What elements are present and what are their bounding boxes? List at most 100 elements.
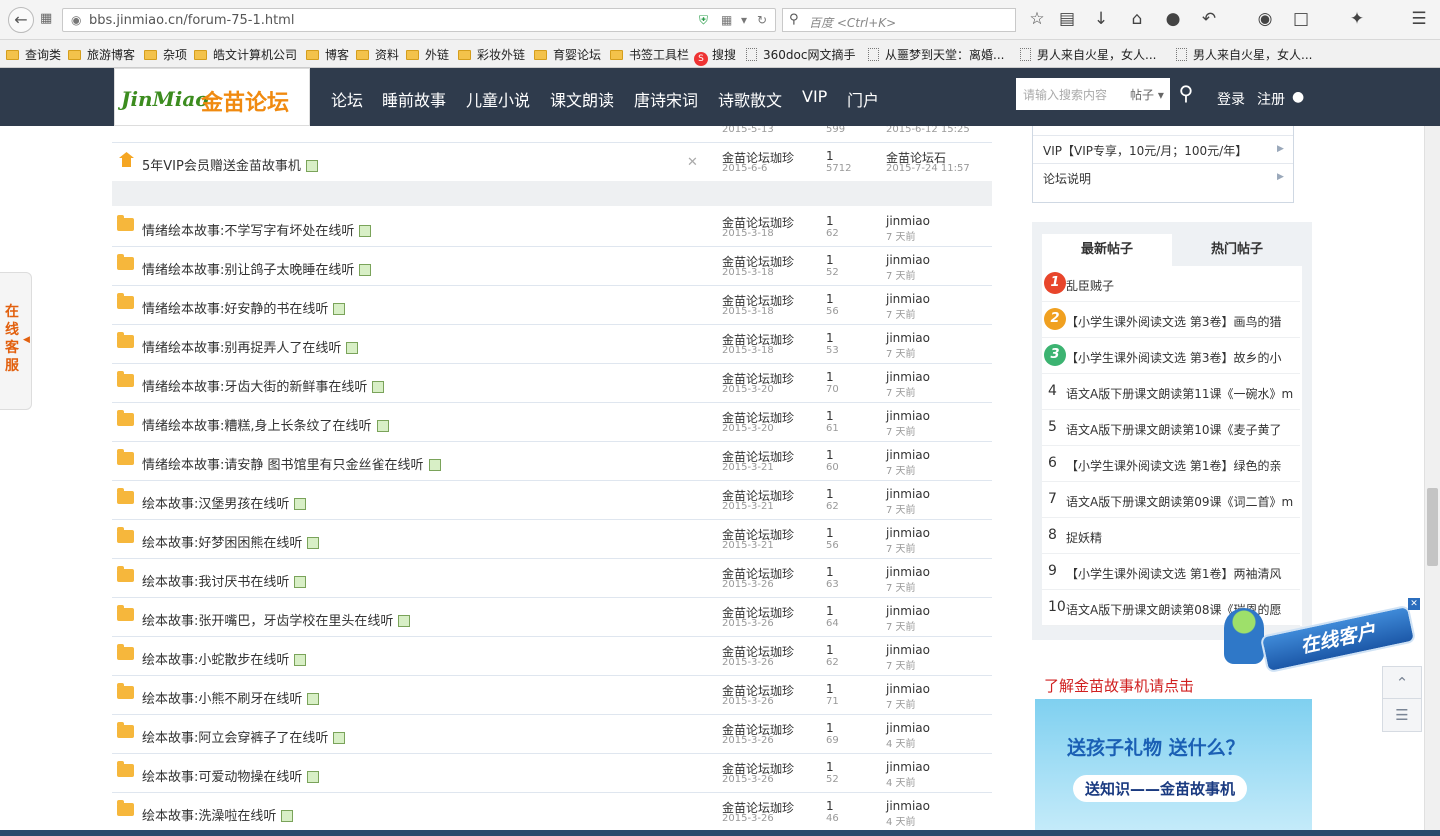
thread-title[interactable]: 情绪绘本故事:请安静 图书馆里有只金丝雀在线听 [142,454,441,473]
bookmark-item[interactable]: 育婴论坛 [534,46,601,63]
post-title[interactable]: 【小学生课外阅读文选 第1卷】两袖清风 [1066,565,1298,582]
page-scrollbar[interactable] [1424,126,1440,836]
star-icon[interactable]: ☆ [1026,9,1048,29]
list-item[interactable]: 8 捉妖精 [1042,518,1300,554]
bookmark-item[interactable]: 书签工具栏 [610,46,689,63]
table-row[interactable]: 绘本故事:我讨厌书在线听 金苗论坛珈珍 2015-3-26 1 63 jinmiao 7 天… [112,559,992,598]
nav-children-novels[interactable]: 儿童小说 [466,87,530,111]
table-row[interactable]: 绘本故事:洗澡啦在线听 金苗论坛珈珍 2015-3-26 1 46 jinmiao 4 天前 [112,793,992,832]
menu-icon[interactable]: ☰ [1408,9,1430,29]
close-icon[interactable]: ✕ [687,155,698,170]
thread-last-user[interactable]: jinmiao [886,643,930,657]
table-row[interactable]: 情绪绘本故事:请安静 图书馆里有只金丝雀在线听 金苗论坛珈珍 2015-3-21 1 6… [112,442,992,481]
list-item[interactable]: 7 语文A版下册课文朗读第09课《词二首》m [1042,482,1300,518]
bookmark-item[interactable]: 资料 [356,46,399,63]
thread-last-user[interactable]: jinmiao [886,604,930,618]
list-item[interactable]: 3 【小学生课外阅读文选 第3卷】故乡的小 [1042,338,1300,374]
post-title[interactable]: 【小学生课外阅读文选 第3卷】故乡的小 [1066,349,1298,366]
thread-last-user[interactable]: jinmiao [886,448,930,462]
list-item[interactable]: 6 【小学生课外阅读文选 第1卷】绿色的亲 [1042,446,1300,482]
bookmark-item[interactable]: S 搜搜 [694,46,736,66]
table-row[interactable]: 绘本故事:小蛇散步在线听 金苗论坛珈珍 2015-3-26 1 62 jinmiao 7 天… [112,637,992,676]
thread-title[interactable]: 绘本故事:小熊不刷牙在线听 [142,688,320,707]
bookmark-item[interactable]: 杂项 [144,46,187,63]
learn-story-machine-link[interactable]: 了解金苗故事机请点击 [1044,675,1194,696]
nav-text-reading[interactable]: 课文朗读 [550,87,614,111]
site-logo[interactable]: JinMiao 金苗论坛 [114,68,310,126]
thread-last-user[interactable]: jinmiao [886,214,930,228]
tab-latest-posts[interactable]: 最新帖子 [1042,234,1172,266]
login-link[interactable]: 登录 [1217,89,1245,109]
tabs-icon[interactable]: ▦ [40,11,52,26]
search-type-select[interactable]: 帖子 ▾ [1130,86,1164,103]
thread-title[interactable]: 情绪绘本故事:好安静的书在线听 [142,298,346,317]
table-row[interactable]: 绘本故事:可爱动物操在线听 金苗论坛珈珍 2015-3-26 1 52 jinmiao 4 … [112,754,992,793]
thread-last-user[interactable]: jinmiao [886,487,930,501]
undo-icon[interactable]: ↶ [1198,9,1220,29]
nav-forum[interactable]: 论坛 [331,87,363,111]
extension-icon[interactable]: ✦ [1346,9,1368,29]
nav-tang-poems[interactable]: 唐诗宋词 [634,87,698,111]
reload-icon[interactable]: ↻ [757,13,767,27]
thread-title[interactable]: 绘本故事:张开嘴巴，牙齿学校在里头在线听 [142,610,411,629]
thread-title[interactable]: 绘本故事:阿立会穿裤子了在线听 [142,727,346,746]
bookmark-item[interactable]: 男人来自火星，女人... [1176,46,1312,63]
nav-bedtime-stories[interactable]: 睡前故事 [382,87,446,111]
bookmark-item[interactable]: 男人来自火星，女人... [1020,46,1156,63]
dropdown-icon[interactable]: ▾ [741,13,747,27]
list-view-button[interactable]: ☰ [1382,698,1422,732]
table-row[interactable]: 情绪绘本故事:糟糕,身上长条纹了在线听 金苗论坛珈珍 2015-3-20 1 61 jin… [112,403,992,442]
nav-portal[interactable]: 门户 [847,87,879,111]
table-row[interactable]: 绘本故事:小熊不刷牙在线听 金苗论坛珈珍 2015-3-26 1 71 jinmiao 7 … [112,676,992,715]
bookmark-item[interactable]: 查询类 [6,46,61,63]
thread-title[interactable]: 绘本故事:好梦困困熊在线听 [142,532,320,551]
post-title[interactable]: 乱臣贼子 [1066,277,1298,294]
thread-last-user[interactable]: jinmiao [886,721,930,735]
thread-title[interactable]: 绘本故事:汉堡男孩在线听 [142,493,307,512]
register-link[interactable]: 注册 [1257,89,1285,109]
bookmark-item[interactable]: 博客 [306,46,349,63]
table-row[interactable]: 绘本故事:汉堡男孩在线听 金苗论坛珈珍 2015-3-21 1 62 jinmiao 7 天… [112,481,992,520]
bookmark-item[interactable]: 360doc网文摘手 [746,46,855,63]
table-row[interactable]: 2015-5-13 599 2015-6-12 15:25 [112,126,992,143]
browser-search[interactable]: ⚲ 百度 <Ctrl+K> [782,8,1016,32]
crop-icon[interactable]: □ [1290,9,1312,29]
post-title[interactable]: 语文A版下册课文朗读第11课《一碗水》m [1066,385,1298,402]
thread-last-user[interactable]: jinmiao [886,370,930,384]
bookmark-item[interactable]: 彩妆外链 [458,46,525,63]
online-service-tab[interactable]: 在线客服 ◀ [0,272,32,410]
thread-title[interactable]: 绘本故事:洗澡啦在线听 [142,805,294,824]
bookmark-item[interactable]: 从噩梦到天堂：离婚... [868,46,1004,63]
list-item[interactable]: 1 乱臣贼子 [1042,266,1300,302]
close-icon[interactable]: ✕ [1408,598,1420,610]
bookmark-item[interactable]: 外链 [406,46,449,63]
nav-poetry-prose[interactable]: 诗歌散文 [718,87,782,111]
story-machine-ad[interactable]: 送孩子礼物 送什么？ 送知识——金苗故事机 [1035,699,1312,836]
thread-title[interactable]: 情绪绘本故事:不学写字有坏处在线听 [142,220,372,239]
post-title[interactable]: 【小学生课外阅读文选 第3卷】画鸟的猎 [1066,313,1298,330]
back-to-top-button[interactable]: ⌃ [1382,666,1422,700]
table-row[interactable]: 绘本故事:好梦困困熊在线听 金苗论坛珈珍 2015-3-21 1 56 jinmiao 7 … [112,520,992,559]
list-item[interactable]: 5 语文A版下册课文朗读第10课《麦子黄了 [1042,410,1300,446]
thread-last-user[interactable]: jinmiao [886,760,930,774]
reader-icon[interactable]: ▤ [1056,9,1078,29]
address-bar[interactable]: ◉ bbs.jinmiao.cn/forum-75-1.html ⛨ ▦ ▾ ↻ [62,8,776,32]
thread-title[interactable]: 情绪绘本故事:别让鸽子太晚睡在线听 [142,259,372,278]
thread-last-user[interactable]: jinmiao [886,331,930,345]
thread-last-user[interactable]: jinmiao [886,799,930,813]
table-row[interactable]: 情绪绘本故事:好安静的书在线听 金苗论坛珈珍 2015-3-18 1 56 jinmiao… [112,286,992,325]
home-icon[interactable]: ⌂ [1126,9,1148,29]
thread-last-user[interactable]: jinmiao [886,292,930,306]
post-title[interactable]: 语文A版下册课文朗读第10课《麦子黄了 [1066,421,1298,438]
thread-last-user[interactable]: jinmiao [886,682,930,696]
qr-icon[interactable]: ▦ [721,13,732,27]
table-row[interactable]: 绘本故事:阿立会穿裤子了在线听 金苗论坛珈珍 2015-3-26 1 69 jinmiao… [112,715,992,754]
list-item[interactable]: 2 【小学生课外阅读文选 第3卷】画鸟的猎 [1042,302,1300,338]
site-search-input[interactable]: 请输入搜索内容 帖子 ▾ [1016,78,1170,110]
table-row[interactable]: 情绪绘本故事:牙齿大街的新鲜事在线听 金苗论坛珈珍 2015-3-20 1 70 jinm… [112,364,992,403]
sticky-thread-row[interactable]: 5年VIP会员赠送金苗故事机 ✕ 金苗论坛珈珍 2015-6-6 1 5712 … [112,143,992,182]
scrollbar-thumb[interactable] [1427,488,1438,566]
thread-last-user[interactable]: jinmiao [886,526,930,540]
post-title[interactable]: 捉妖精 [1066,529,1298,546]
bookmark-item[interactable]: 旅游博客 [68,46,135,63]
